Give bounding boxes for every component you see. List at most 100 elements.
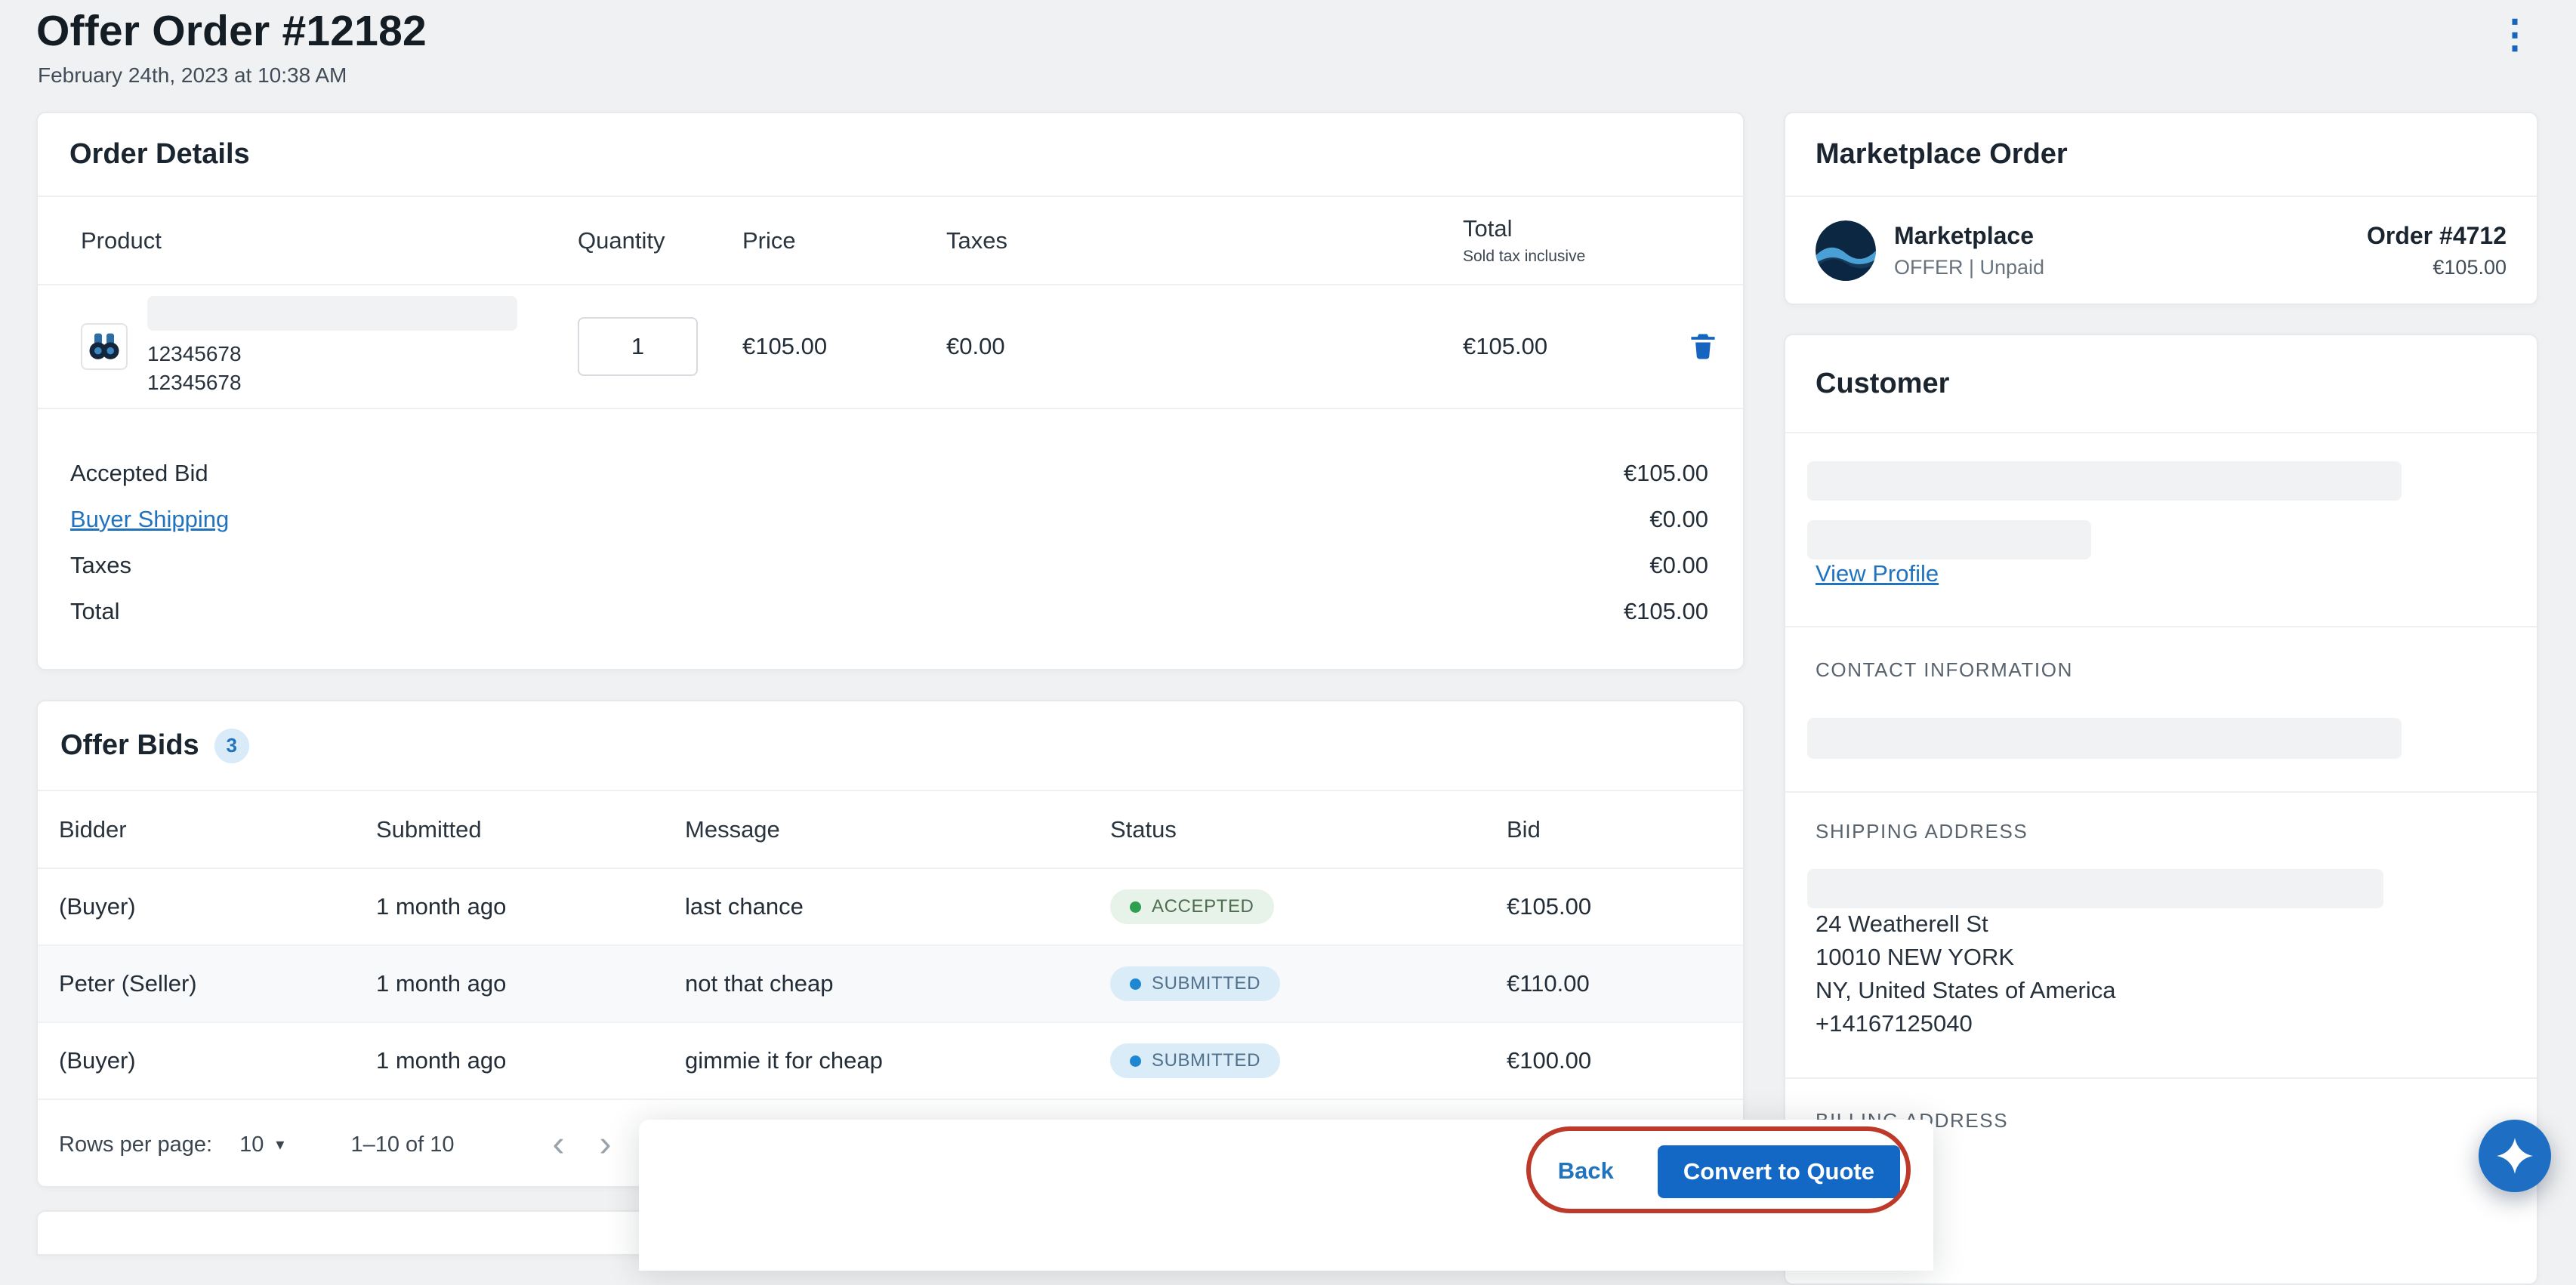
summary-value: €105.00: [1624, 460, 1708, 487]
marketplace-order-ref: Order #4712 €105.00: [2367, 222, 2507, 279]
redacted-contact-info: [1807, 718, 2402, 759]
summary-label: Accepted Bid: [70, 460, 208, 487]
marketplace-info: Marketplace OFFER | Unpaid: [1894, 222, 2044, 279]
footer-action-bar: Back Convert to Quote: [639, 1120, 1933, 1271]
summary-row-taxes: Taxes €0.00: [70, 542, 1708, 588]
address-line: 10010 NEW YORK: [1816, 941, 2115, 974]
binoculars-image: [85, 327, 124, 366]
contact-information-label: CONTACT INFORMATION: [1816, 658, 2073, 682]
address-line: +14167125040: [1816, 1007, 2115, 1040]
bid-row: (Buyer) 1 month ago gimmie it for cheap …: [38, 1023, 1743, 1100]
redacted-customer-name: [1807, 461, 2402, 501]
order-details-table-header: Product Quantity Price Taxes Total Sold …: [38, 197, 1743, 285]
address-line: 24 Weatherell St: [1816, 908, 2115, 941]
status-dot: [1130, 978, 1141, 990]
offer-order-page: Offer Order #12182 February 24th, 2023 a…: [0, 0, 2576, 1222]
buyer-shipping-link[interactable]: Buyer Shipping: [70, 506, 229, 533]
delete-line-item-button[interactable]: [1680, 324, 1726, 369]
customer-title: Customer: [1816, 368, 1949, 400]
bid-amount-cell: €105.00: [1507, 893, 1743, 920]
divider: [1785, 626, 2537, 627]
offer-bids-card: Offer Bids 3 Bidder Submitted Message St…: [36, 700, 1745, 1188]
page-subtitle: February 24th, 2023 at 10:38 AM: [38, 63, 347, 88]
summary-value: €0.00: [1649, 506, 1708, 533]
chevron-right-icon: ›: [600, 1124, 612, 1164]
bidder-cell: Peter (Seller): [59, 970, 376, 997]
redacted-product-name: [147, 296, 517, 331]
summary-row-total: Total €105.00: [70, 588, 1708, 634]
divider: [1785, 791, 2537, 793]
col-message: Message: [685, 816, 1110, 843]
col-bidder: Bidder: [59, 816, 376, 843]
message-cell: not that cheap: [685, 970, 1110, 997]
col-total: Total Sold tax inclusive: [1463, 215, 1680, 266]
bid-row: (Buyer) 1 month ago last chance ACCEPTED…: [38, 869, 1743, 946]
caret-down-icon: ▾: [276, 1135, 284, 1154]
address-line: NY, United States of America: [1816, 974, 2115, 1007]
message-cell: last chance: [685, 893, 1110, 920]
submitted-cell: 1 month ago: [376, 1047, 685, 1074]
price-cell: €105.00: [742, 333, 946, 360]
page-title: Offer Order #12182: [36, 0, 427, 63]
summary-row-accepted-bid: Accepted Bid €105.00: [70, 450, 1708, 496]
product-info: 12345678 12345678: [147, 296, 517, 397]
rows-per-page-select[interactable]: 10 ▾: [239, 1132, 284, 1157]
quantity-cell: [578, 317, 742, 376]
assistant-fab-button[interactable]: [2479, 1120, 2551, 1192]
col-submitted: Submitted: [376, 816, 685, 843]
kebab-menu-icon[interactable]: ⋮: [2491, 6, 2539, 63]
submitted-cell: 1 month ago: [376, 893, 685, 920]
bidder-cell: (Buyer): [59, 1047, 376, 1074]
status-badge-submitted: SUBMITTED: [1110, 1043, 1280, 1078]
col-bid: Bid: [1507, 816, 1743, 843]
offer-bids-title: Offer Bids: [60, 729, 199, 762]
marketplace-status-line: OFFER | Unpaid: [1894, 256, 2044, 279]
back-button[interactable]: Back: [1544, 1145, 1627, 1197]
marketplace-order-card: Marketplace Order Marketplace OFFER | Un…: [1784, 112, 2538, 305]
product-sku-line1: 12345678: [147, 340, 517, 368]
status-dot: [1130, 1055, 1141, 1067]
message-cell: gimmie it for cheap: [685, 1047, 1110, 1074]
offer-bids-table-header: Bidder Submitted Message Status Bid: [38, 791, 1743, 869]
next-page-button[interactable]: ›: [592, 1126, 619, 1163]
product-cell: 12345678 12345678: [81, 296, 578, 397]
order-amount: €105.00: [2367, 256, 2507, 279]
summary-value: €0.00: [1649, 552, 1708, 579]
offer-bids-count-badge: 3: [214, 729, 249, 763]
status-dot: [1130, 901, 1141, 913]
view-profile-link[interactable]: View Profile: [1816, 560, 1939, 587]
rows-per-page-label: Rows per page:: [59, 1132, 212, 1157]
submitted-cell: 1 month ago: [376, 970, 685, 997]
divider: [1785, 1077, 2537, 1079]
bidder-cell: (Buyer): [59, 893, 376, 920]
bid-amount-cell: €100.00: [1507, 1047, 1743, 1074]
taxes-cell: €0.00: [946, 333, 1463, 360]
pagination-range: 1–10 of 10: [350, 1132, 454, 1157]
summary-label: Total: [70, 598, 119, 625]
status-badge-submitted: SUBMITTED: [1110, 966, 1280, 1001]
order-number: Order #4712: [2367, 222, 2507, 250]
total-cell: €105.00: [1463, 333, 1680, 360]
shipping-address-label: SHIPPING ADDRESS: [1816, 820, 2028, 843]
marketplace-order-title: Marketplace Order: [1816, 138, 2068, 171]
product-thumbnail: [81, 323, 128, 370]
marketplace-logo: [1816, 220, 1876, 281]
chevron-left-icon: ‹: [553, 1124, 565, 1164]
marketplace-name: Marketplace: [1894, 222, 2044, 250]
col-taxes: Taxes: [946, 227, 1463, 254]
quantity-input[interactable]: [578, 317, 698, 376]
convert-to-quote-button[interactable]: Convert to Quote: [1658, 1145, 1900, 1198]
col-total-note: Sold tax inclusive: [1463, 248, 1680, 266]
summary-value: €105.00: [1624, 598, 1708, 625]
redacted-customer-detail: [1807, 520, 2091, 559]
order-line-item: 12345678 12345678 €105.00 €0.00 €105.00: [38, 285, 1743, 409]
summary-row-buyer-shipping: Buyer Shipping €0.00: [70, 496, 1708, 542]
col-product: Product: [81, 227, 578, 254]
order-details-card: Order Details Product Quantity Price Tax…: [36, 112, 1745, 670]
bid-amount-cell: €110.00: [1507, 970, 1743, 997]
previous-page-button[interactable]: ‹: [545, 1126, 572, 1163]
summary-label: Taxes: [70, 552, 131, 579]
product-sku-line2: 12345678: [147, 368, 517, 397]
status-badge-accepted: ACCEPTED: [1110, 889, 1274, 924]
shipping-address: 24 Weatherell St 10010 NEW YORK NY, Unit…: [1816, 908, 2115, 1040]
